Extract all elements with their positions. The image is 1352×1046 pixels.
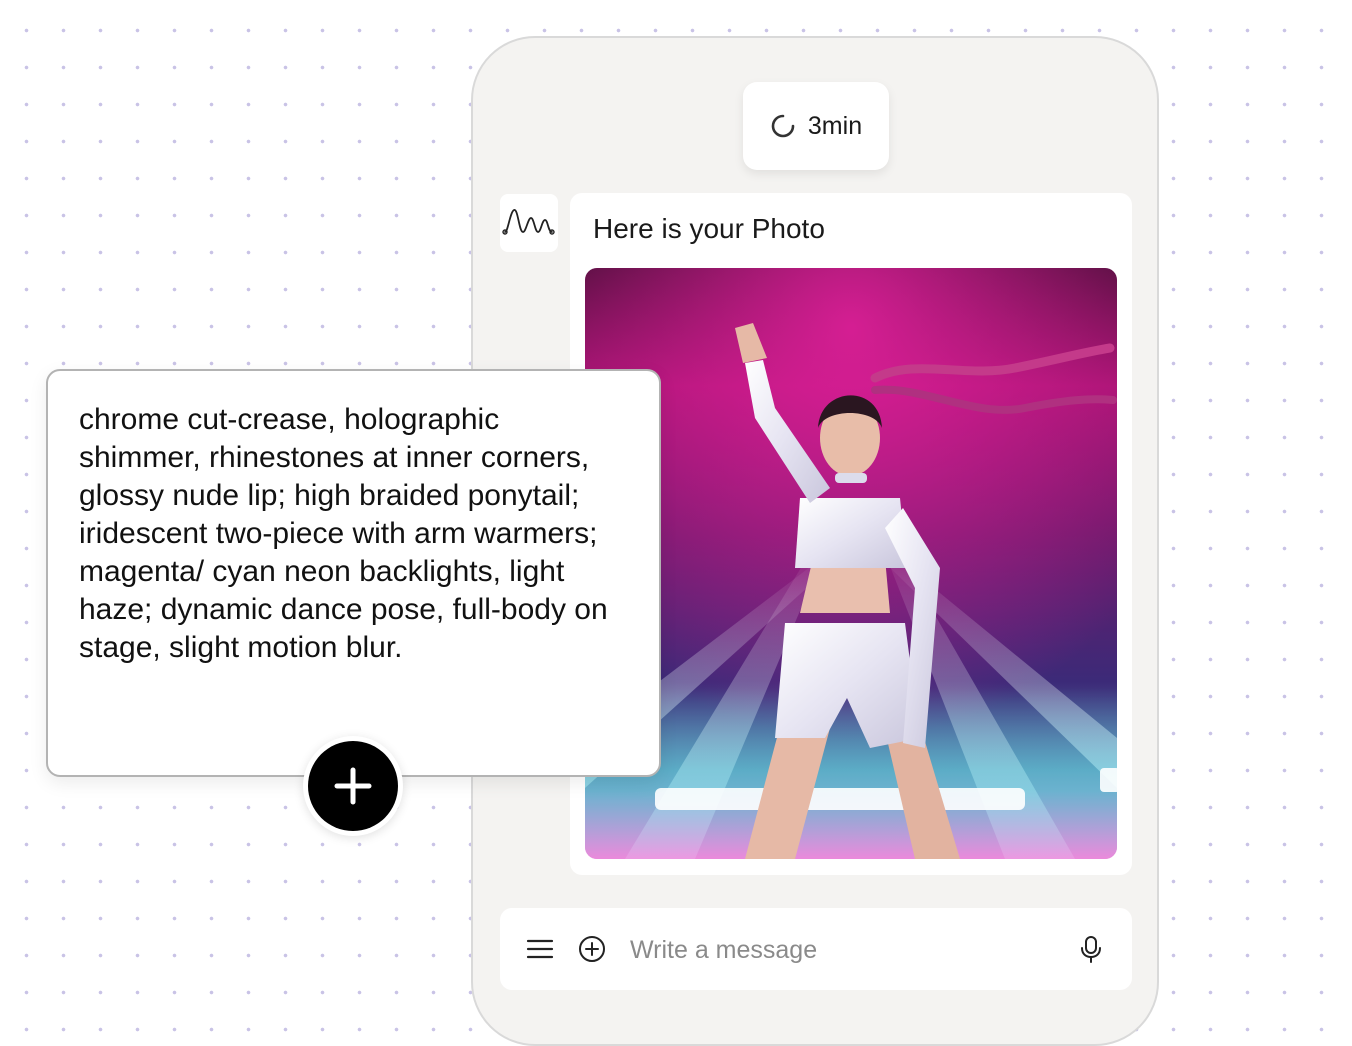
message-input[interactable]	[628, 928, 1052, 972]
assistant-message-text: Here is your Photo	[593, 213, 825, 244]
add-button[interactable]	[303, 736, 403, 836]
spinner-icon	[771, 114, 795, 138]
timer-label: 3min	[807, 111, 863, 140]
menu-icon[interactable]	[526, 935, 554, 963]
photo-illustration	[585, 268, 1117, 859]
bot-avatar	[500, 194, 558, 252]
message-composer	[500, 908, 1132, 990]
add-button-inner[interactable]	[308, 741, 398, 831]
plus-circle-icon[interactable]	[578, 935, 606, 963]
timer-pill: 3min	[743, 82, 889, 170]
microphone-icon[interactable]	[1077, 935, 1105, 963]
waveform-logo-icon	[502, 209, 555, 235]
prompt-text: chrome cut-crease, holographic shimmer, …	[79, 403, 608, 664]
generated-photo[interactable]	[585, 268, 1117, 859]
prompt-card: chrome cut-crease, holographic shimmer, …	[46, 369, 661, 777]
plus-icon	[334, 767, 372, 805]
